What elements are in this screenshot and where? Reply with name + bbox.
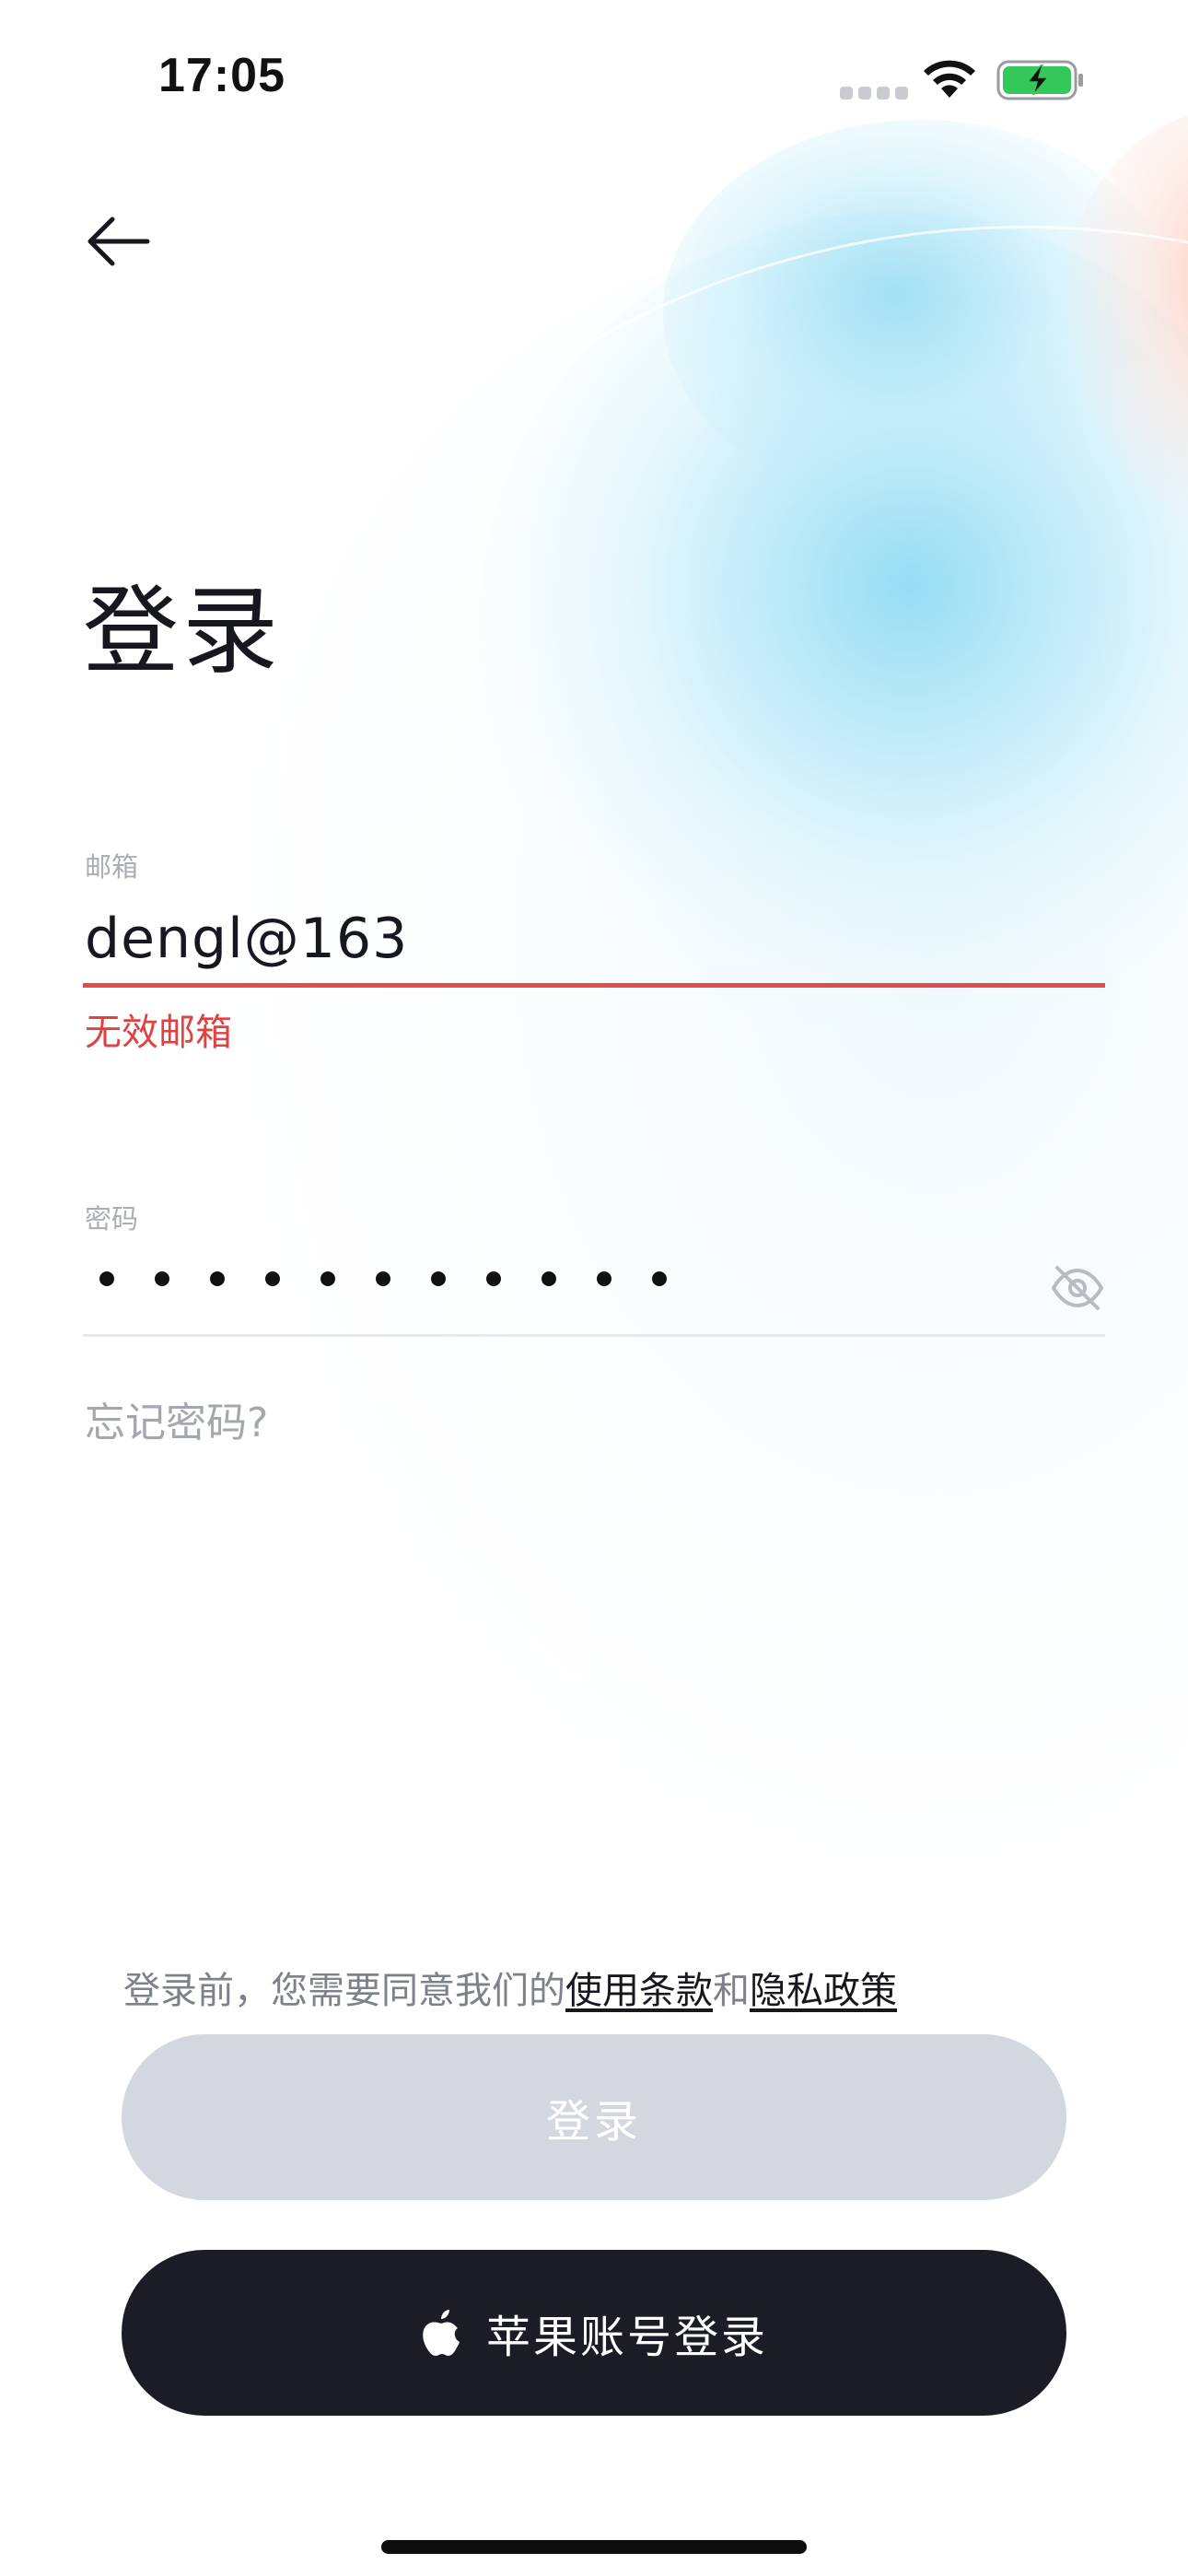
- arrow-left-icon: [87, 217, 150, 266]
- privacy-policy-link[interactable]: 隐私政策: [750, 1970, 897, 2012]
- terms-of-use-link[interactable]: 使用条款: [565, 1970, 713, 2012]
- background-glow: [212, 240, 1188, 1898]
- forgot-password-link[interactable]: 忘记密码?: [85, 1389, 268, 1448]
- battery-charging-icon: [996, 60, 1083, 100]
- back-button[interactable]: [81, 205, 155, 278]
- terms-prefix: 登录前，您需要同意我们的: [123, 1970, 565, 2012]
- password-label: 密码: [85, 1203, 139, 1235]
- eye-off-icon[interactable]: [1048, 1262, 1107, 1314]
- status-time: 17:05: [158, 49, 285, 102]
- apple-login-button[interactable]: 苹果账号登录: [122, 2250, 1066, 2416]
- terms-agreement: 登录前，您需要同意我们的使用条款和隐私政策: [123, 1961, 897, 2014]
- home-indicator[interactable]: [381, 2540, 807, 2554]
- email-label: 邮箱: [85, 851, 139, 883]
- email-field[interactable]: dengl@163: [85, 907, 1098, 971]
- password-underline: [83, 1334, 1105, 1337]
- apple-logo-icon: [423, 2310, 460, 2356]
- login-button[interactable]: 登录: [122, 2034, 1066, 2200]
- password-field[interactable]: [99, 1271, 667, 1286]
- background-blue-glow-top: [663, 120, 1179, 507]
- login-screen: 17:05 登录 邮箱 dengl@163 无效邮箱 密码 忘记密码? 登录前，…: [0, 0, 1188, 2576]
- apple-login-label: 苹果账号登录: [485, 2313, 768, 2362]
- background-pink-glow: [1059, 111, 1188, 534]
- wifi-icon: [924, 60, 975, 98]
- cellular-signal-icon: [840, 87, 908, 100]
- email-error-message: 无效邮箱: [85, 1012, 232, 1054]
- terms-conjunction: 和: [713, 1970, 750, 2012]
- email-underline-error: [83, 983, 1105, 988]
- background-arc: [147, 226, 1188, 1982]
- page-title: 登录: [83, 575, 283, 687]
